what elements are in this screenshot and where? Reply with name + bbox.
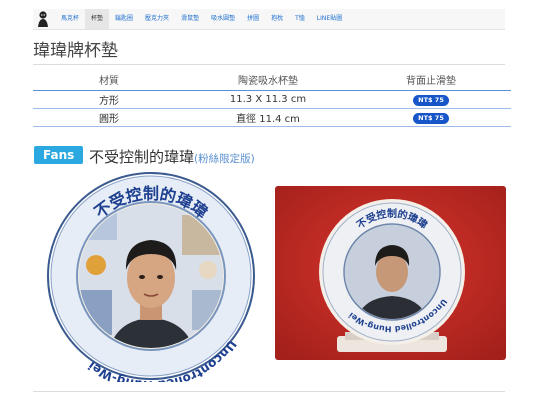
top-nav: 馬克杯 杯墊 鑰匙圈 壓克力夾 滑鼠墊 吸水圓墊 拼圖 抱枕 T恤 LINE貼圖 — [33, 9, 505, 30]
header-backing: 背面止滑墊 — [406, 75, 456, 87]
product-photo[interactable]: 不受控制的瑋瑋 Uncontrolled Hung-Wei — [275, 186, 506, 360]
nav-item[interactable]: 杯墊 — [85, 9, 110, 29]
footer-divider — [33, 391, 505, 392]
nav-item[interactable]: 抱枕 — [265, 9, 289, 29]
nav-item[interactable]: 鑰匙圈 — [109, 9, 139, 29]
nav-item[interactable]: 壓克力夾 — [139, 9, 175, 29]
row-shape: 方形 — [99, 96, 119, 107]
round-coaster-image[interactable]: 不受控制的瑋瑋 Uncontrolled Hung-Wei — [32, 170, 270, 382]
price-badge: NT$ 75 — [413, 112, 449, 124]
header-material: 材質 — [99, 75, 119, 87]
nav-item[interactable]: 拼圖 — [241, 9, 265, 29]
fans-title-text: 不受控制的瑋瑋 — [89, 148, 195, 166]
price-badge: NT$ 75 — [413, 94, 449, 106]
nav-items: 馬克杯 杯墊 鑰匙圈 壓克力夾 滑鼠墊 吸水圓墊 拼圖 抱枕 T恤 LINE貼圖 — [55, 9, 348, 29]
site-logo-icon[interactable] — [36, 10, 50, 28]
nav-item[interactable]: T恤 — [289, 9, 311, 29]
nav-item[interactable]: LINE貼圖 — [311, 9, 348, 29]
row-size: 11.3 X 11.3 cm — [229, 94, 307, 105]
fans-section-title: 不受控制的瑋瑋(粉絲限定版) — [89, 146, 255, 167]
row-price-cell: NT$ 75 — [351, 94, 511, 106]
nav-item[interactable]: 滑鼠墊 — [175, 9, 205, 29]
row-shape: 圓形 — [99, 114, 119, 125]
row-size: 直徑 11.4 cm — [236, 114, 300, 125]
header-ceramic: 陶瓷吸水杯墊 — [238, 75, 298, 87]
nav-item[interactable]: 吸水圓墊 — [205, 9, 241, 29]
table-row: 方形 11.3 X 11.3 cm NT$ 75 — [33, 91, 511, 109]
fans-subtitle: (粉絲限定版) — [194, 153, 255, 165]
table-header-row: 材質 陶瓷吸水杯墊 背面止滑墊 — [33, 68, 511, 91]
row-price-cell: NT$ 75 — [351, 112, 511, 124]
fans-badge: Fans — [34, 146, 84, 164]
page-title: 瑋瑋牌杯墊 — [33, 41, 118, 61]
table-row: 圓形 直徑 11.4 cm NT$ 75 — [33, 109, 511, 127]
nav-item[interactable]: 馬克杯 — [55, 9, 85, 29]
spec-table: 材質 陶瓷吸水杯墊 背面止滑墊 方形 11.3 X 11.3 cm NT$ 75… — [33, 68, 511, 127]
title-divider — [33, 64, 505, 65]
